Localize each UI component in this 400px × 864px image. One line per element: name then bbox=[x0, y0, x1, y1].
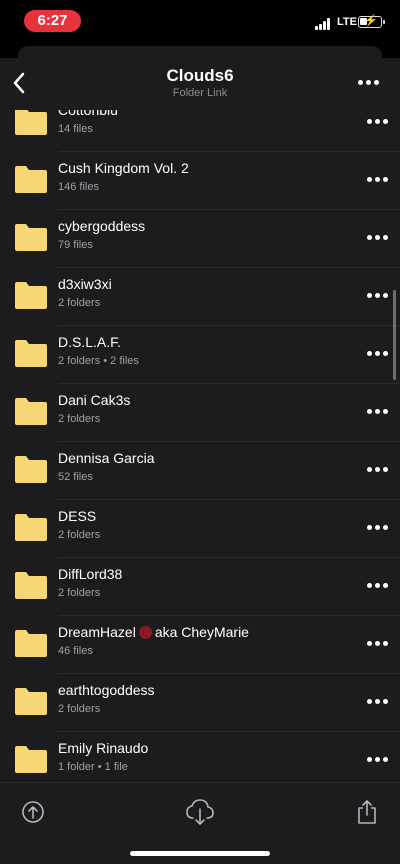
folder-name-part: DreamHazel bbox=[58, 624, 136, 640]
folder-meta: 14 files bbox=[58, 123, 93, 135]
folder-list[interactable]: Cottonblu 14 files Cush Kingdom Vol. 2 1… bbox=[0, 110, 400, 782]
more-icon bbox=[366, 176, 388, 182]
folder-icon bbox=[15, 166, 47, 193]
list-item[interactable]: earthtogoddess 2 folders bbox=[0, 674, 400, 732]
item-more-button[interactable] bbox=[358, 514, 396, 540]
folder-name: DreamHazel aka CheyMarie bbox=[58, 624, 249, 640]
item-more-button[interactable] bbox=[358, 630, 396, 656]
folder-meta: 2 folders bbox=[58, 703, 101, 715]
upload-icon bbox=[22, 801, 44, 823]
folder-meta: 2 folders • 2 files bbox=[58, 355, 139, 367]
folder-meta: 52 files bbox=[58, 471, 93, 483]
list-item[interactable]: cybergoddess 79 files bbox=[0, 210, 400, 268]
item-more-button[interactable] bbox=[358, 340, 396, 366]
folder-icon bbox=[15, 514, 47, 541]
list-item[interactable]: Dani Cak3s 2 folders bbox=[0, 384, 400, 442]
item-more-button[interactable] bbox=[358, 110, 396, 134]
folder-icon bbox=[15, 746, 47, 773]
list-item[interactable]: DreamHazel aka CheyMarie 46 files bbox=[0, 616, 400, 674]
more-icon bbox=[366, 408, 388, 414]
more-icon bbox=[366, 524, 388, 530]
nav-header: Clouds6 Folder Link bbox=[0, 58, 400, 110]
folder-meta: 2 folders bbox=[58, 587, 101, 599]
folder-icon bbox=[15, 224, 47, 251]
cloud-download-icon bbox=[186, 799, 214, 825]
more-icon bbox=[366, 234, 388, 240]
item-more-button[interactable] bbox=[358, 224, 396, 250]
page-subtitle: Folder Link bbox=[172, 87, 228, 99]
folder-meta: 146 files bbox=[58, 181, 99, 193]
item-more-button[interactable] bbox=[358, 746, 396, 772]
battery-icon: ⚡ bbox=[358, 15, 385, 28]
folder-icon bbox=[15, 340, 47, 367]
item-more-button[interactable] bbox=[358, 456, 396, 482]
folder-icon bbox=[15, 110, 47, 135]
item-more-button[interactable] bbox=[358, 166, 396, 192]
list-item[interactable]: D.S.L.A.F. 2 folders • 2 files bbox=[0, 326, 400, 384]
folder-name: DiffLord38 bbox=[58, 566, 123, 582]
item-more-button[interactable] bbox=[358, 688, 396, 714]
folder-icon bbox=[15, 282, 47, 309]
folder-name: d3xiw3xi bbox=[58, 276, 112, 292]
folder-meta: 2 folders bbox=[58, 413, 101, 425]
more-options-button[interactable] bbox=[348, 68, 388, 96]
list-item[interactable]: d3xiw3xi 2 folders bbox=[0, 268, 400, 326]
more-icon bbox=[366, 292, 388, 298]
list-item[interactable]: DiffLord38 2 folders bbox=[0, 558, 400, 616]
home-indicator[interactable] bbox=[130, 851, 270, 856]
more-icon bbox=[366, 698, 388, 704]
status-time[interactable]: 6:27 bbox=[24, 10, 81, 32]
list-item[interactable]: Emily Rinaudo 1 folder • 1 file bbox=[0, 732, 400, 782]
more-icon bbox=[366, 582, 388, 588]
folder-meta: 79 files bbox=[58, 239, 93, 251]
folder-name: Cush Kingdom Vol. 2 bbox=[58, 160, 189, 176]
signal-icon bbox=[315, 18, 333, 30]
more-icon bbox=[366, 640, 388, 646]
folder-name: cybergoddess bbox=[58, 218, 146, 234]
folder-meta: 2 folders bbox=[58, 529, 101, 541]
page-title: Clouds6 bbox=[166, 66, 234, 85]
folder-icon bbox=[15, 398, 47, 425]
share-icon bbox=[358, 800, 376, 824]
download-button[interactable] bbox=[183, 795, 217, 829]
folder-name: Cottonblu bbox=[58, 110, 118, 118]
folder-name: Dennisa Garcia bbox=[58, 450, 155, 466]
share-button[interactable] bbox=[350, 795, 384, 829]
item-more-button[interactable] bbox=[358, 398, 396, 424]
chevron-left-icon bbox=[13, 72, 25, 94]
more-icon bbox=[366, 350, 388, 356]
list-item[interactable]: Dennisa Garcia 52 files bbox=[0, 442, 400, 500]
folder-icon bbox=[15, 456, 47, 483]
folder-meta: 1 folder • 1 file bbox=[58, 761, 128, 773]
folder-icon bbox=[15, 572, 47, 599]
more-icon bbox=[366, 756, 388, 762]
upload-button[interactable] bbox=[16, 795, 50, 829]
more-icon bbox=[357, 79, 379, 85]
network-label: LTE bbox=[337, 16, 357, 28]
status-bar: 6:27 LTE ⚡ bbox=[0, 0, 400, 44]
folder-name: Dani Cak3s bbox=[58, 392, 131, 408]
list-item[interactable]: Cottonblu 14 files bbox=[0, 110, 400, 152]
more-icon bbox=[366, 118, 388, 124]
folder-meta: 46 files bbox=[58, 645, 93, 657]
folder-meta: 2 folders bbox=[58, 297, 101, 309]
folder-name: D.S.L.A.F. bbox=[58, 334, 122, 350]
folder-name: earthtogoddess bbox=[58, 682, 155, 698]
folder-name: DESS bbox=[58, 508, 97, 524]
back-button[interactable] bbox=[6, 68, 32, 98]
list-item[interactable]: Cush Kingdom Vol. 2 146 files bbox=[0, 152, 400, 210]
item-more-button[interactable] bbox=[358, 572, 396, 598]
folder-name-part: aka CheyMarie bbox=[154, 624, 249, 640]
heart-emoji-icon bbox=[138, 626, 152, 639]
more-icon bbox=[366, 466, 388, 472]
scroll-indicator[interactable] bbox=[393, 290, 396, 380]
folder-name: Emily Rinaudo bbox=[58, 740, 149, 756]
list-item[interactable]: DESS 2 folders bbox=[0, 500, 400, 558]
folder-icon bbox=[15, 630, 47, 657]
folder-icon bbox=[15, 688, 47, 715]
item-more-button[interactable] bbox=[358, 282, 396, 308]
